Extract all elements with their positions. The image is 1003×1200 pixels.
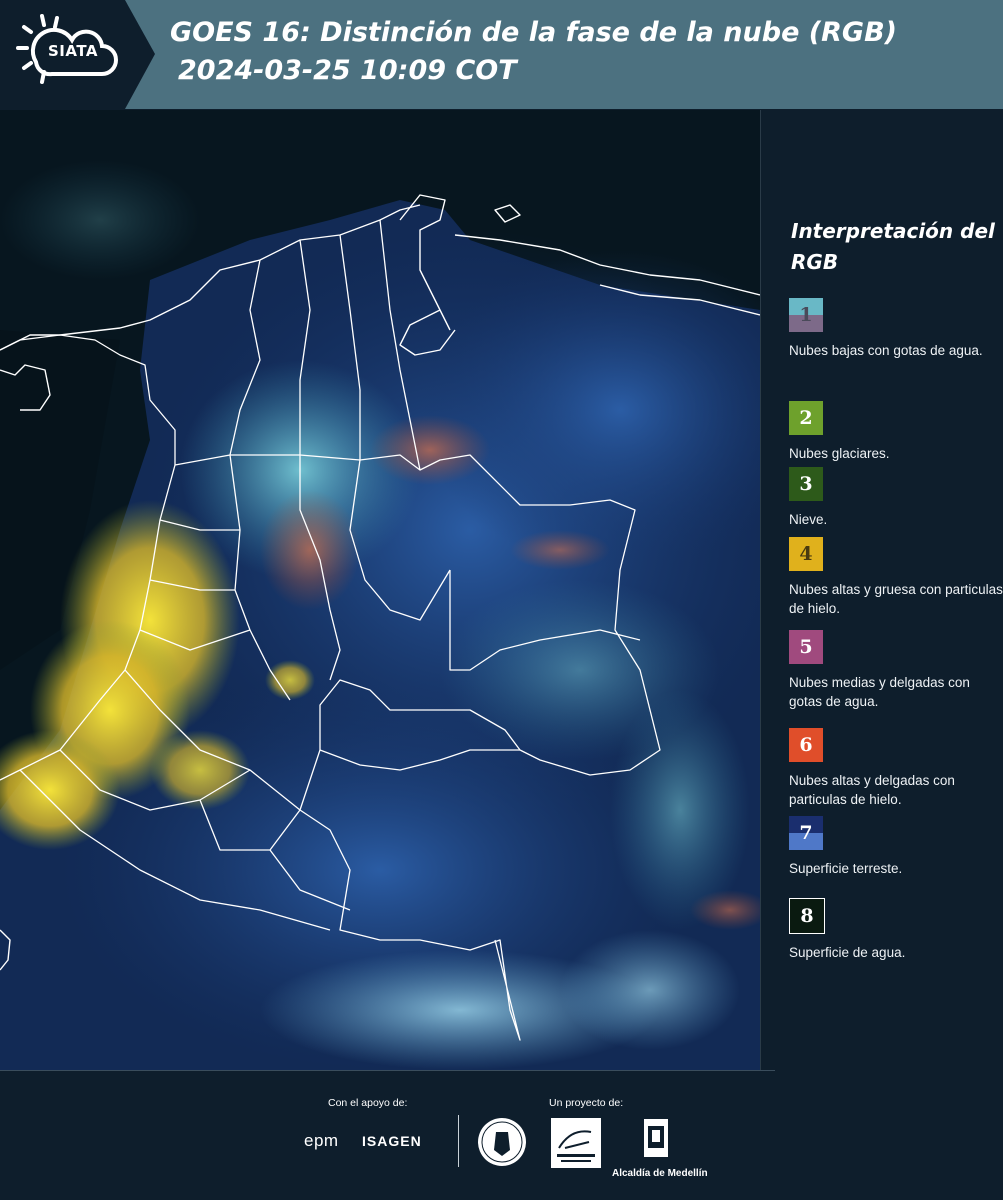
legend-number: 2 xyxy=(799,407,813,429)
legend-title: Interpretación del RGB xyxy=(791,219,995,274)
legend-item: 8 Superficie de agua. xyxy=(789,898,1003,962)
legend-swatch: 5 xyxy=(789,630,823,664)
university-seal-icon xyxy=(478,1118,526,1166)
footer: Con el apoyo de: Un proyecto de: epm ISA… xyxy=(0,1070,1003,1200)
title-line-2: 2024-03-25 10:09 COT xyxy=(178,55,517,86)
legend-label: Superficie terreste. xyxy=(789,861,903,876)
legend-label: Nubes altas y delgadas con particulas de… xyxy=(789,773,955,807)
legend-swatch: 8 xyxy=(789,898,825,934)
satellite-map xyxy=(0,110,760,1070)
legend-swatch: 6 xyxy=(789,728,823,762)
legend-number: 1 xyxy=(799,304,813,326)
legend-item: 4 Nubes altas y gruesa con particulas de … xyxy=(789,537,1003,618)
area-metropolitana-logo-icon xyxy=(551,1118,601,1168)
map-image-icon xyxy=(0,110,760,1070)
header-bar: SIATA GOES 16: Distinción de la fase de … xyxy=(0,0,1003,109)
legend-item: 7 Superficie terreste. xyxy=(789,816,1003,878)
legend-swatch: 7 xyxy=(789,816,823,850)
legend-label: Nubes bajas con gotas de agua. xyxy=(789,343,983,358)
alcaldia-shield-icon xyxy=(644,1119,668,1157)
legend-number: 3 xyxy=(799,473,813,495)
legend-number: 6 xyxy=(799,734,813,756)
legend-label: Nubes glaciares. xyxy=(789,446,890,461)
legend-swatch: 4 xyxy=(789,537,823,571)
legend-label: Nubes altas y gruesa con particulas de h… xyxy=(789,582,1003,616)
legend-item: 3 Nieve. xyxy=(789,467,1003,529)
footer-divider-line xyxy=(0,1070,775,1071)
page-title: GOES 16: Distinción de la fase de la nub… xyxy=(170,14,897,90)
legend-label: Nubes medias y delgadas con gotas de agu… xyxy=(789,675,970,709)
legend-item: 1 Nubes bajas con gotas de agua. xyxy=(789,298,1003,360)
legend-swatch: 1 xyxy=(789,298,823,332)
siata-logo: SIATA xyxy=(0,0,155,109)
isagen-logo: ISAGEN xyxy=(362,1133,422,1149)
support-label: Con el apoyo de: xyxy=(328,1097,408,1109)
title-line-1: GOES 16: Distinción de la fase de la nub… xyxy=(170,17,897,48)
legend-number: 5 xyxy=(799,636,813,658)
legend-label: Superficie de agua. xyxy=(789,945,906,960)
logo-text: SIATA xyxy=(48,42,99,60)
legend-panel: Interpretación del RGB 1 Nubes bajas con … xyxy=(760,110,1003,1070)
legend-item: 2 Nubes glaciares. xyxy=(789,401,1003,463)
legend-swatch: 2 xyxy=(789,401,823,435)
footer-divider xyxy=(458,1115,459,1167)
epm-logo: epm xyxy=(304,1131,339,1150)
legend-number: 7 xyxy=(799,822,813,844)
legend-number: 8 xyxy=(800,905,814,927)
alcaldia-label: Alcaldía de Medellín xyxy=(612,1168,708,1179)
project-label: Un proyecto de: xyxy=(549,1097,624,1109)
legend-item: 6 Nubes altas y delgadas con particulas d… xyxy=(789,728,1003,809)
legend-item: 5 Nubes medias y delgadas con gotas de ag… xyxy=(789,630,1003,711)
legend-swatch: 3 xyxy=(789,467,823,501)
legend-label: Nieve. xyxy=(789,512,828,527)
legend-number: 4 xyxy=(799,543,813,565)
